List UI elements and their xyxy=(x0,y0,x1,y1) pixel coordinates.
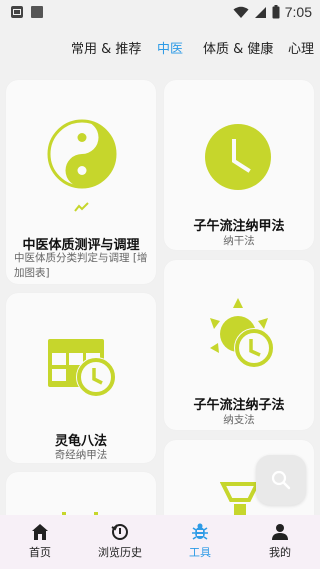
tab-constitution-health[interactable]: 体质 & 健康 xyxy=(203,38,273,57)
screen: 7:05 常用 & 推荐 中医 体质 & 健康 心理 中医体质测评与调理 中医体… xyxy=(0,0,320,569)
home-icon xyxy=(32,524,48,540)
status-bar: 7:05 xyxy=(0,0,320,24)
nav-profile[interactable]: 我的 xyxy=(240,515,320,569)
notification-b-icon xyxy=(31,6,43,18)
status-time: 7:05 xyxy=(284,4,312,20)
status-right: 7:05 xyxy=(233,4,320,20)
card-nazi-title: 子午流注纳子法 xyxy=(193,398,285,413)
clock-icon xyxy=(205,124,271,190)
nav-tools[interactable]: 工具 xyxy=(160,515,240,569)
search-icon xyxy=(271,470,291,490)
category-tabs: 常用 & 推荐 中医 体质 & 健康 心理 xyxy=(0,30,320,62)
signal-icon xyxy=(254,6,266,18)
nav-home[interactable]: 首页 xyxy=(0,515,80,569)
nav-profile-label: 我的 xyxy=(269,546,291,559)
card-constitution[interactable]: 中医体质测评与调理 中医体质分类判定与调理 [增加图表] xyxy=(6,80,156,284)
nav-history-label: 浏览历史 xyxy=(98,546,142,559)
calendar-clock-icon xyxy=(48,339,116,397)
trend-icon xyxy=(74,202,89,212)
battery-icon xyxy=(272,5,280,19)
card-nazi[interactable]: 子午流注纳子法 纳支法 xyxy=(164,260,314,430)
search-button[interactable] xyxy=(256,455,306,505)
card-linggui-subtitle: 奇经纳甲法 xyxy=(54,449,108,461)
tab-psychology[interactable]: 心理 xyxy=(288,38,314,57)
notification-a-icon xyxy=(11,6,23,18)
profile-icon xyxy=(272,524,288,540)
nav-history[interactable]: 浏览历史 xyxy=(80,515,160,569)
history-icon xyxy=(111,524,128,540)
bottom-nav: 首页 浏览历史 工具 我的 xyxy=(0,515,320,569)
trophy-icon xyxy=(220,482,260,516)
card-najia-subtitle: 纳干法 xyxy=(223,235,255,247)
wifi-icon xyxy=(233,6,249,18)
card-constitution-description: 中医体质分类判定与调理 [增加图表] xyxy=(14,252,148,279)
yin-yang-icon xyxy=(47,119,117,189)
tools-icon xyxy=(192,523,208,540)
tab-common-recommend[interactable]: 常用 & 推荐 xyxy=(71,38,141,57)
sun-clock-icon xyxy=(210,298,274,368)
card-najia[interactable]: 子午流注纳甲法 纳干法 xyxy=(164,80,314,250)
nav-home-label: 首页 xyxy=(29,546,51,559)
card-najia-title: 子午流注纳甲法 xyxy=(193,219,285,234)
card-linggui[interactable]: 灵龟八法 奇经纳甲法 xyxy=(6,293,156,463)
nav-tools-label: 工具 xyxy=(189,546,211,559)
tab-tcm[interactable]: 中医 xyxy=(157,38,183,57)
status-left xyxy=(0,5,44,19)
card-nazi-subtitle: 纳支法 xyxy=(223,414,255,426)
